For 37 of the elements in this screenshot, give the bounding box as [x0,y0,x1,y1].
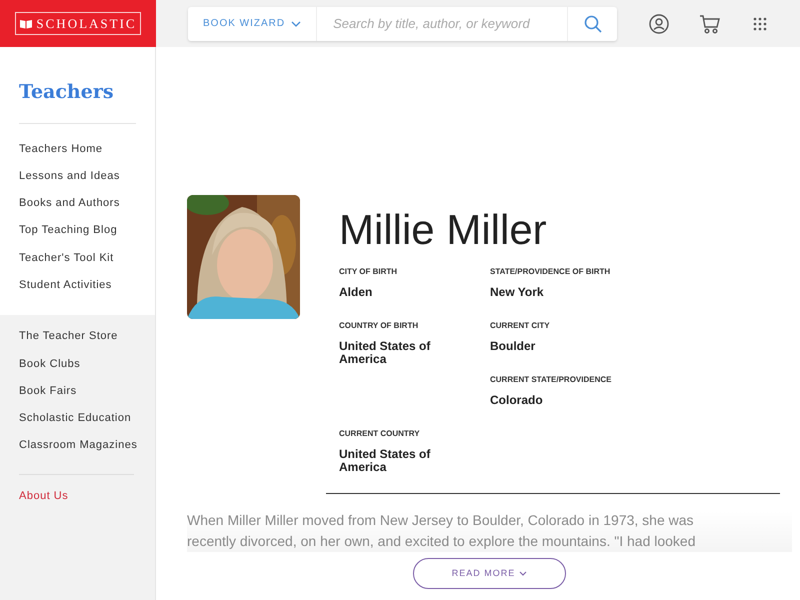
search-icon [584,14,602,32]
about-link[interactable]: About Us [19,488,134,504]
chevron-down-icon [519,571,528,576]
sidebar-link[interactable]: The Teacher Store [19,327,136,355]
cart-icon[interactable] [699,14,721,34]
sidebar-title: Teachers [19,78,136,124]
field-value: Alden [339,286,374,299]
sidebar-link[interactable]: Books and Authors [19,194,136,222]
field-label: STATE/PROVIDENCE OF BIRTH [490,267,612,277]
field-value: Boulder [490,340,536,353]
sidebar-link[interactable]: Teacher's Tool Kit [19,248,136,276]
sidebar-link[interactable]: Book Fairs [19,382,136,410]
field-value: New York [490,286,545,299]
book-icon [19,18,34,28]
read-more-button[interactable]: READ MORE [413,558,566,589]
field-label: CURRENT COUNTRY [339,429,421,439]
field-label: CITY OF BIRTH [339,267,398,277]
scholastic-logo[interactable]: SCHOLASTIC [15,12,141,36]
field-value: United States of America [339,340,432,366]
field-value: United States of America [339,448,432,474]
search-field[interactable]: Search by title, author, or keyword [317,6,567,40]
field-label: COUNTRY OF BIRTH [339,321,420,331]
sidebar-link[interactable]: Book Clubs [19,354,136,382]
sidebar-link[interactable]: Student Activities [19,276,136,304]
field-label: CURRENT STATE/PROVIDENCE [490,375,612,385]
field-value: Colorado [490,394,544,407]
sidebar-link[interactable]: Lessons and Ideas [19,166,136,194]
sidebar-link[interactable]: Teachers Home [19,140,136,167]
apps-grid-icon[interactable] [753,16,767,30]
sidebar-link[interactable]: Scholastic Education [19,409,136,436]
sidebar-link[interactable]: Top Teaching Blog [19,221,136,249]
bio-paragraph: When Miller Miller moved from New Jersey to Boulder, Colorado in 1973, she was recently divorced, on her own, and excited to explore the mountains. "I had looked [187,511,696,551]
account-icon[interactable] [649,14,669,34]
chevron-down-icon [291,20,302,26]
sidebar-link[interactable]: Classroom Magazines [19,436,136,464]
field-label: CURRENT CITY [490,321,551,331]
author-name: Millie Miller [339,207,548,253]
